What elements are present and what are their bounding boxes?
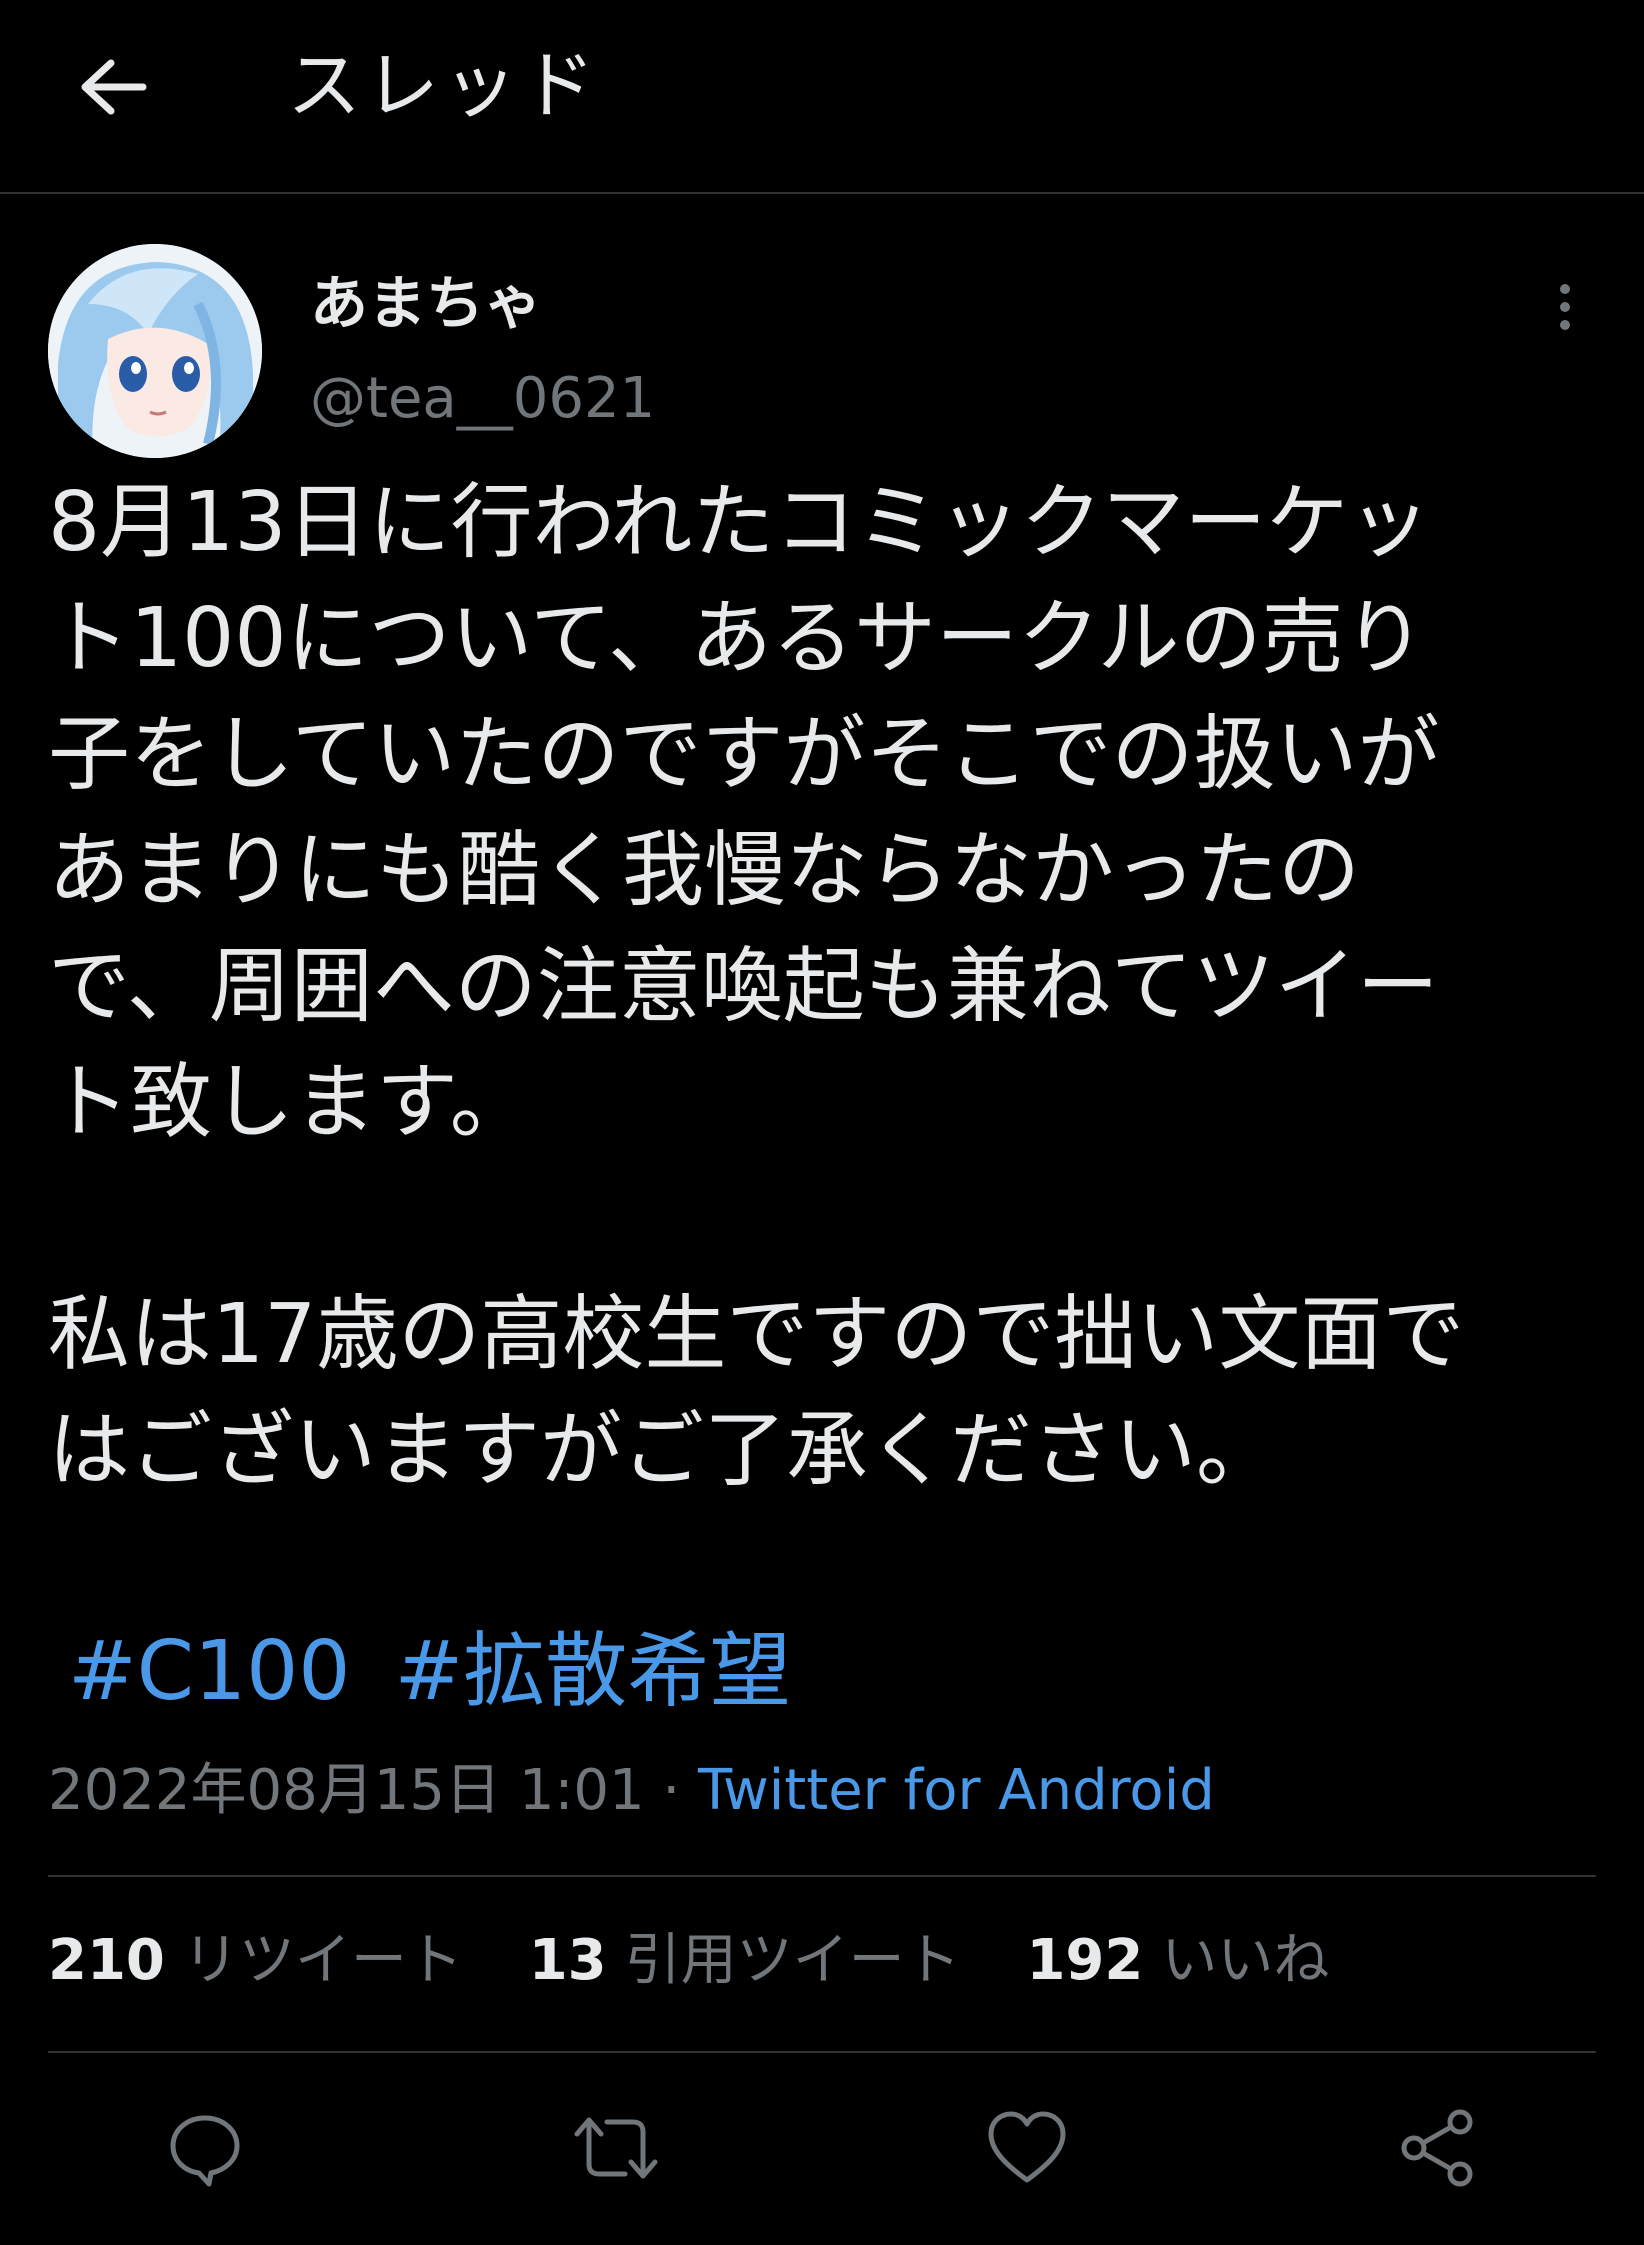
hashtag-link[interactable]: #拡散希望 — [394, 1624, 791, 1719]
tweet-text: 8月13日に行われたコミックマーケッ ト100について、あるサークルの売り 子を… — [48, 465, 1608, 1509]
more-dot — [1560, 320, 1570, 330]
share-icon — [1401, 2109, 1473, 2187]
likes-stat[interactable]: 192 いいね — [1026, 1926, 1329, 1996]
quote-label: 引用ツイート — [624, 1928, 961, 1993]
tweet-meta: 2022年08月15日 1:01 · Twitter for Android — [48, 1756, 1215, 1826]
divider — [48, 1875, 1596, 1877]
retweets-stat[interactable]: 210 リツイート — [48, 1926, 463, 1996]
avatar-illustration — [48, 244, 262, 458]
user-handle[interactable]: @tea__0621 — [310, 364, 655, 434]
more-vertical-icon — [1560, 284, 1570, 294]
source-link[interactable]: Twitter for Android — [698, 1758, 1215, 1823]
display-name[interactable]: あまちゃ — [310, 268, 542, 338]
heart-icon — [988, 2111, 1066, 2183]
hashtag-link[interactable]: #C100 — [68, 1624, 350, 1719]
hashtags: #C100 #拡散希望 — [68, 1617, 835, 1727]
reply-icon — [170, 2115, 240, 2187]
timestamp[interactable]: 2022年08月15日 1:01 — [48, 1758, 645, 1823]
page-title: スレッド — [287, 43, 599, 129]
reply-button[interactable] — [155, 2098, 255, 2198]
retweet-count: 210 — [48, 1928, 165, 1993]
retweet-icon — [574, 2117, 658, 2179]
retweet-button[interactable] — [566, 2098, 666, 2198]
quotes-stat[interactable]: 13 引用ツイート — [529, 1926, 961, 1996]
divider — [48, 2051, 1596, 2053]
top-bar: スレッド — [0, 0, 1644, 194]
retweet-label: リツイート — [182, 1928, 463, 1993]
avatar[interactable] — [48, 244, 262, 458]
back-button[interactable] — [70, 45, 154, 129]
quote-count: 13 — [528, 1928, 607, 1993]
more-options-button[interactable] — [1540, 272, 1590, 342]
like-button[interactable] — [977, 2098, 1077, 2198]
tweet-paragraph: 8月13日に行われたコミックマーケッ ト100について、あるサークルの売り 子を… — [48, 475, 1440, 1150]
action-bar — [0, 2098, 1644, 2198]
engagement-stats: 210 リツイート 13 引用ツイート 192 いいね — [48, 1926, 1377, 1996]
share-button[interactable] — [1388, 2098, 1488, 2198]
meta-separator: · — [644, 1758, 698, 1823]
tweet-paragraph: 私は17歳の高校生ですので拙い文面で はございますがご了承ください。 — [48, 1287, 1465, 1498]
like-label: いいね — [1161, 1928, 1330, 1993]
more-dot — [1560, 302, 1570, 312]
like-count: 192 — [1026, 1928, 1144, 1993]
arrow-left-icon — [81, 59, 147, 115]
